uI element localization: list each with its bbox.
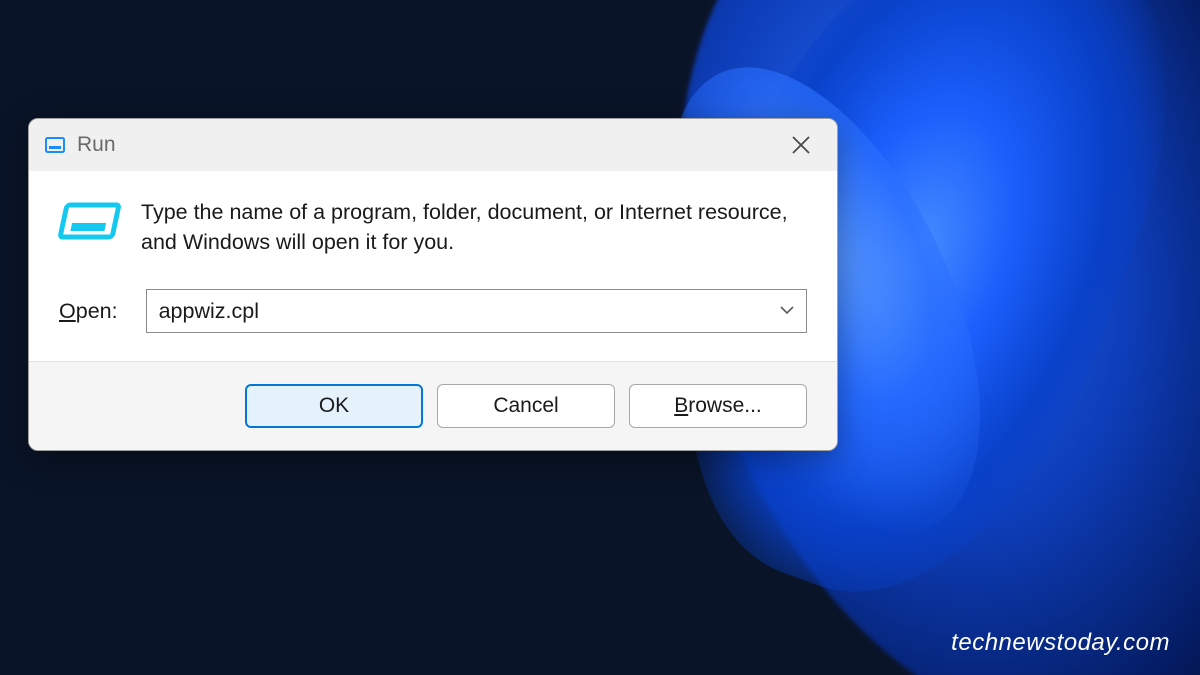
browse-button[interactable]: Browse... [629,384,807,428]
close-button[interactable] [765,119,837,171]
close-icon [791,135,811,155]
open-label: Open: [59,299,118,324]
watermark-text: technewstoday.com [951,629,1170,657]
titlebar-title: Run [77,133,116,157]
dialog-body: Type the name of a program, folder, docu… [29,171,837,361]
button-bar: OK Cancel Browse... [29,361,837,450]
run-dialog: Run Type the name of a program, folder, … [28,118,838,451]
titlebar[interactable]: Run [29,119,837,171]
dialog-description: Type the name of a program, folder, docu… [141,197,807,257]
ok-button[interactable]: OK [245,384,423,428]
open-input[interactable] [146,289,807,333]
run-titlebar-icon [43,133,67,157]
open-combobox[interactable] [146,289,807,333]
run-large-icon [54,201,124,246]
cancel-button[interactable]: Cancel [437,384,615,428]
